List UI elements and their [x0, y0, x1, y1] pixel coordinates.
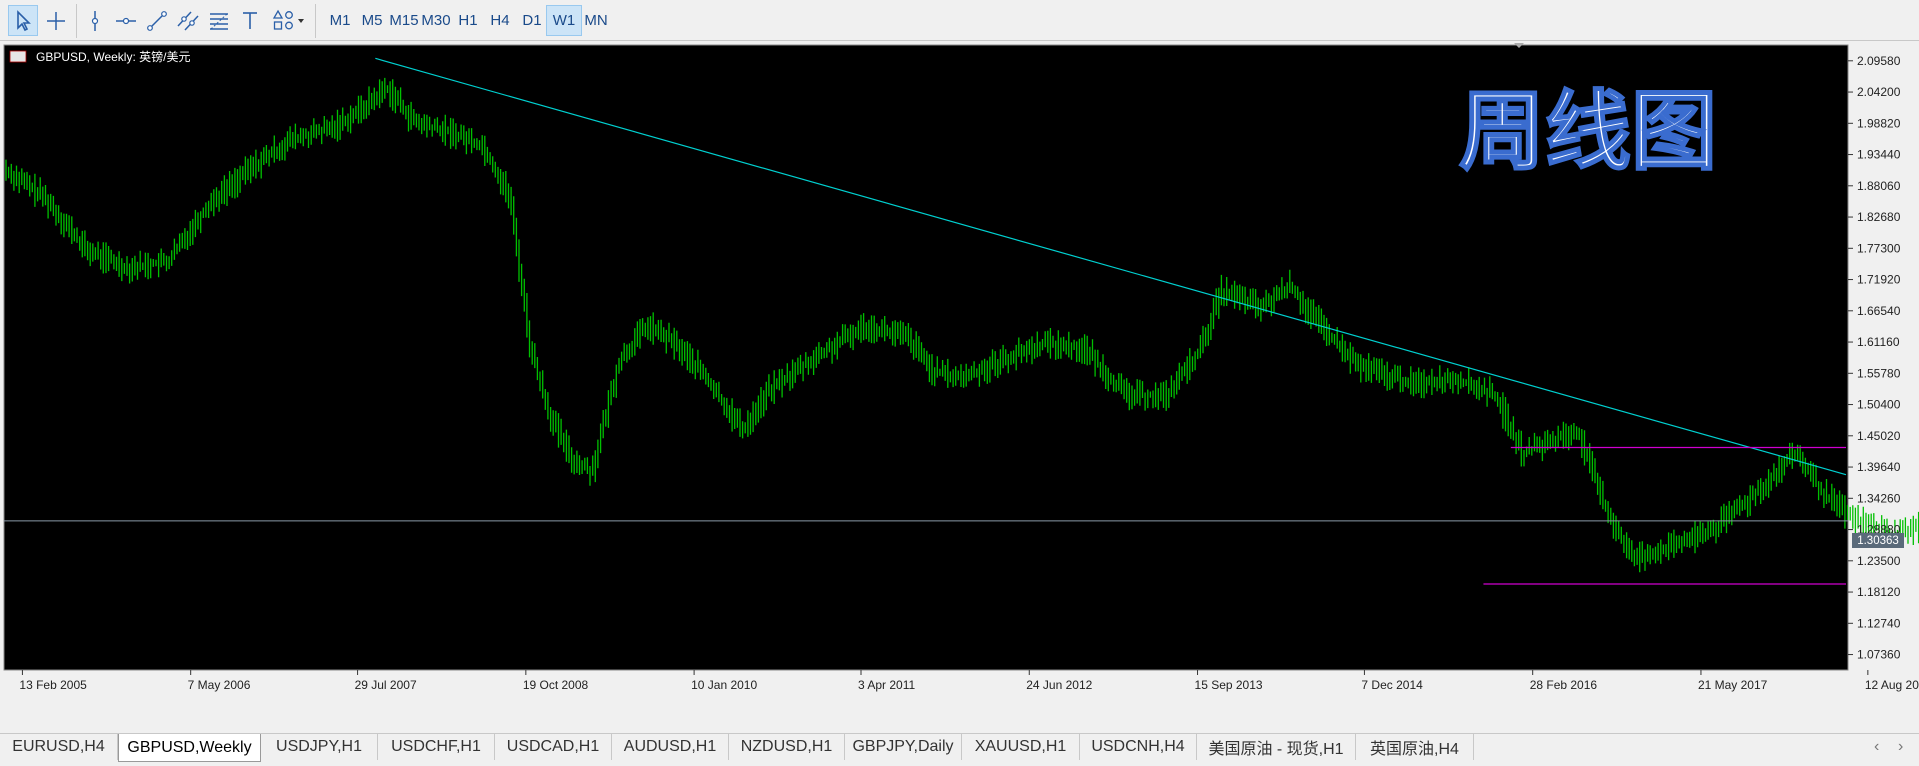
fibonacci-icon — [210, 12, 228, 30]
current-price-tag: 1.30363 — [1852, 533, 1904, 548]
price-tick-label: 1.55780 — [1857, 366, 1901, 380]
price-tick-label: 1.93440 — [1857, 148, 1901, 162]
chart-tab[interactable]: USDCHF,H1 — [378, 734, 495, 760]
price-tick-label: 1.61160 — [1857, 335, 1900, 349]
cursor-icon — [17, 9, 31, 31]
time-tick-label: 24 Jun 2012 — [1026, 678, 1092, 692]
chart-tab[interactable]: 英国原油,H4 — [1356, 734, 1474, 760]
horizontal-line-icon — [116, 17, 136, 24]
price-tick-label: 2.09580 — [1857, 54, 1901, 68]
timeframe-h4[interactable]: H4 — [482, 5, 518, 36]
text-icon — [243, 11, 257, 29]
vertical-line-tool[interactable] — [80, 5, 110, 36]
timeframe-d1[interactable]: D1 — [514, 5, 550, 36]
chart-tab[interactable]: USDCNH,H4 — [1080, 734, 1197, 760]
timeframe-h1[interactable]: H1 — [450, 5, 486, 36]
chart-tab[interactable]: XAUUSD,H1 — [962, 734, 1080, 760]
price-tick-label: 2.04200 — [1857, 85, 1901, 99]
channel-tool[interactable] — [173, 5, 203, 36]
time-tick-label: 3 Apr 2011 — [858, 678, 915, 692]
time-tick-label: 7 May 2006 — [188, 678, 251, 692]
price-tick-label: 1.45020 — [1857, 429, 1901, 443]
toolbar-separator — [315, 4, 316, 38]
chart-tab[interactable]: GBPUSD,Weekly — [118, 734, 261, 762]
chart-tabs: EURUSD,H4 GBPUSD,Weekly USDJPY,H1 USDCHF,H1… — [0, 733, 1919, 766]
channel-icon — [177, 10, 199, 31]
price-tick-label: 1.88060 — [1857, 179, 1901, 193]
current-price-text: 1.30363 — [1857, 535, 1899, 547]
chart-window[interactable]: 2.09580 2.04200 1.98820 1.93440 1.88060 1.826… — [0, 41, 1919, 733]
crosshair-tool[interactable] — [41, 5, 71, 36]
chart-tab[interactable]: GBPJPY,Daily — [845, 734, 962, 760]
price-tick-label: 1.23500 — [1857, 554, 1901, 568]
symbol-text: GBPUSD, Weekly: 英镑/美元 — [36, 49, 190, 64]
chart-tab[interactable]: 美国原油 - 现货,H1 — [1197, 734, 1356, 760]
timeframe-m15[interactable]: M15 — [386, 5, 422, 36]
price-tick-label: 1.39640 — [1857, 460, 1901, 474]
price-chart[interactable]: 2.09580 2.04200 1.98820 1.93440 1.88060 1.826… — [0, 41, 1919, 733]
time-tick-label: 15 Sep 2013 — [1195, 678, 1263, 692]
toolbar-separator — [76, 4, 77, 38]
time-tick-label: 29 Jul 2007 — [355, 678, 417, 692]
time-tick-label: 19 Oct 2008 — [523, 678, 589, 692]
price-tick-label: 1.50400 — [1857, 398, 1901, 412]
watermark-text: 周线图 — [1459, 81, 1717, 182]
time-tick-label: 21 May 2017 — [1698, 678, 1768, 692]
chart-tab[interactable]: AUDUSD,H1 — [612, 734, 729, 760]
timeframe-mn[interactable]: MN — [578, 5, 614, 36]
price-axis: 2.09580 2.04200 1.98820 1.93440 1.88060 1.826… — [1848, 54, 1901, 662]
time-tick-label: 28 Feb 2016 — [1530, 678, 1598, 692]
price-tick-label: 1.66540 — [1857, 304, 1901, 318]
chart-tab[interactable]: NZDUSD,H1 — [729, 734, 845, 760]
tab-scroll-left-icon[interactable]: ‹ — [1874, 738, 1879, 756]
price-tick-label: 1.12740 — [1857, 616, 1901, 630]
time-tick-label: 13 Feb 2005 — [19, 678, 87, 692]
tab-scroll-right-icon[interactable]: › — [1898, 738, 1903, 756]
uk-flag-icon — [9, 50, 27, 63]
vertical-line-icon — [91, 10, 99, 31]
crosshair-icon — [47, 11, 65, 30]
fibonacci-tool[interactable] — [204, 5, 234, 36]
cursor-tool[interactable] — [8, 5, 38, 36]
price-tick-label: 1.71920 — [1857, 273, 1901, 287]
shapes-icon — [272, 9, 304, 30]
text-tool[interactable] — [235, 5, 265, 36]
trendline-tool[interactable] — [142, 5, 172, 36]
toolbar: M1 M5 M15 M30 H1 H4 D1 W1 MN — [0, 0, 1919, 41]
horizontal-line-tool[interactable] — [111, 5, 141, 36]
price-tick-label: 1.82680 — [1857, 210, 1901, 224]
time-tick-label: 10 Jan 2010 — [691, 678, 757, 692]
price-tick-label: 1.34260 — [1857, 491, 1901, 505]
timeframe-w1[interactable]: W1 — [546, 5, 582, 36]
price-tick-label: 1.07360 — [1857, 648, 1901, 662]
price-tick-label: 1.77300 — [1857, 241, 1901, 255]
symbol-label: GBPUSD, Weekly: 英镑/美元 — [9, 49, 190, 64]
timeframe-m1[interactable]: M1 — [322, 5, 358, 36]
shapes-tool[interactable] — [268, 5, 310, 36]
timeframe-m30[interactable]: M30 — [418, 5, 454, 36]
timeframe-m5[interactable]: M5 — [354, 5, 390, 36]
time-tick-label: 7 Dec 2014 — [1361, 678, 1423, 692]
chart-tab[interactable]: EURUSD,H4 — [0, 734, 118, 760]
trendline-icon — [147, 10, 167, 31]
price-tick-label: 1.18120 — [1857, 585, 1901, 599]
chart-tab[interactable]: USDJPY,H1 — [261, 734, 378, 760]
price-tick-label: 1.98820 — [1857, 116, 1901, 130]
chart-tab[interactable]: USDCAD,H1 — [495, 734, 612, 760]
time-axis: 13 Feb 2005 7 May 2006 29 Jul 2007 19 Oct 2… — [19, 670, 1919, 692]
time-tick-label: 12 Aug 2018 — [1865, 678, 1919, 692]
